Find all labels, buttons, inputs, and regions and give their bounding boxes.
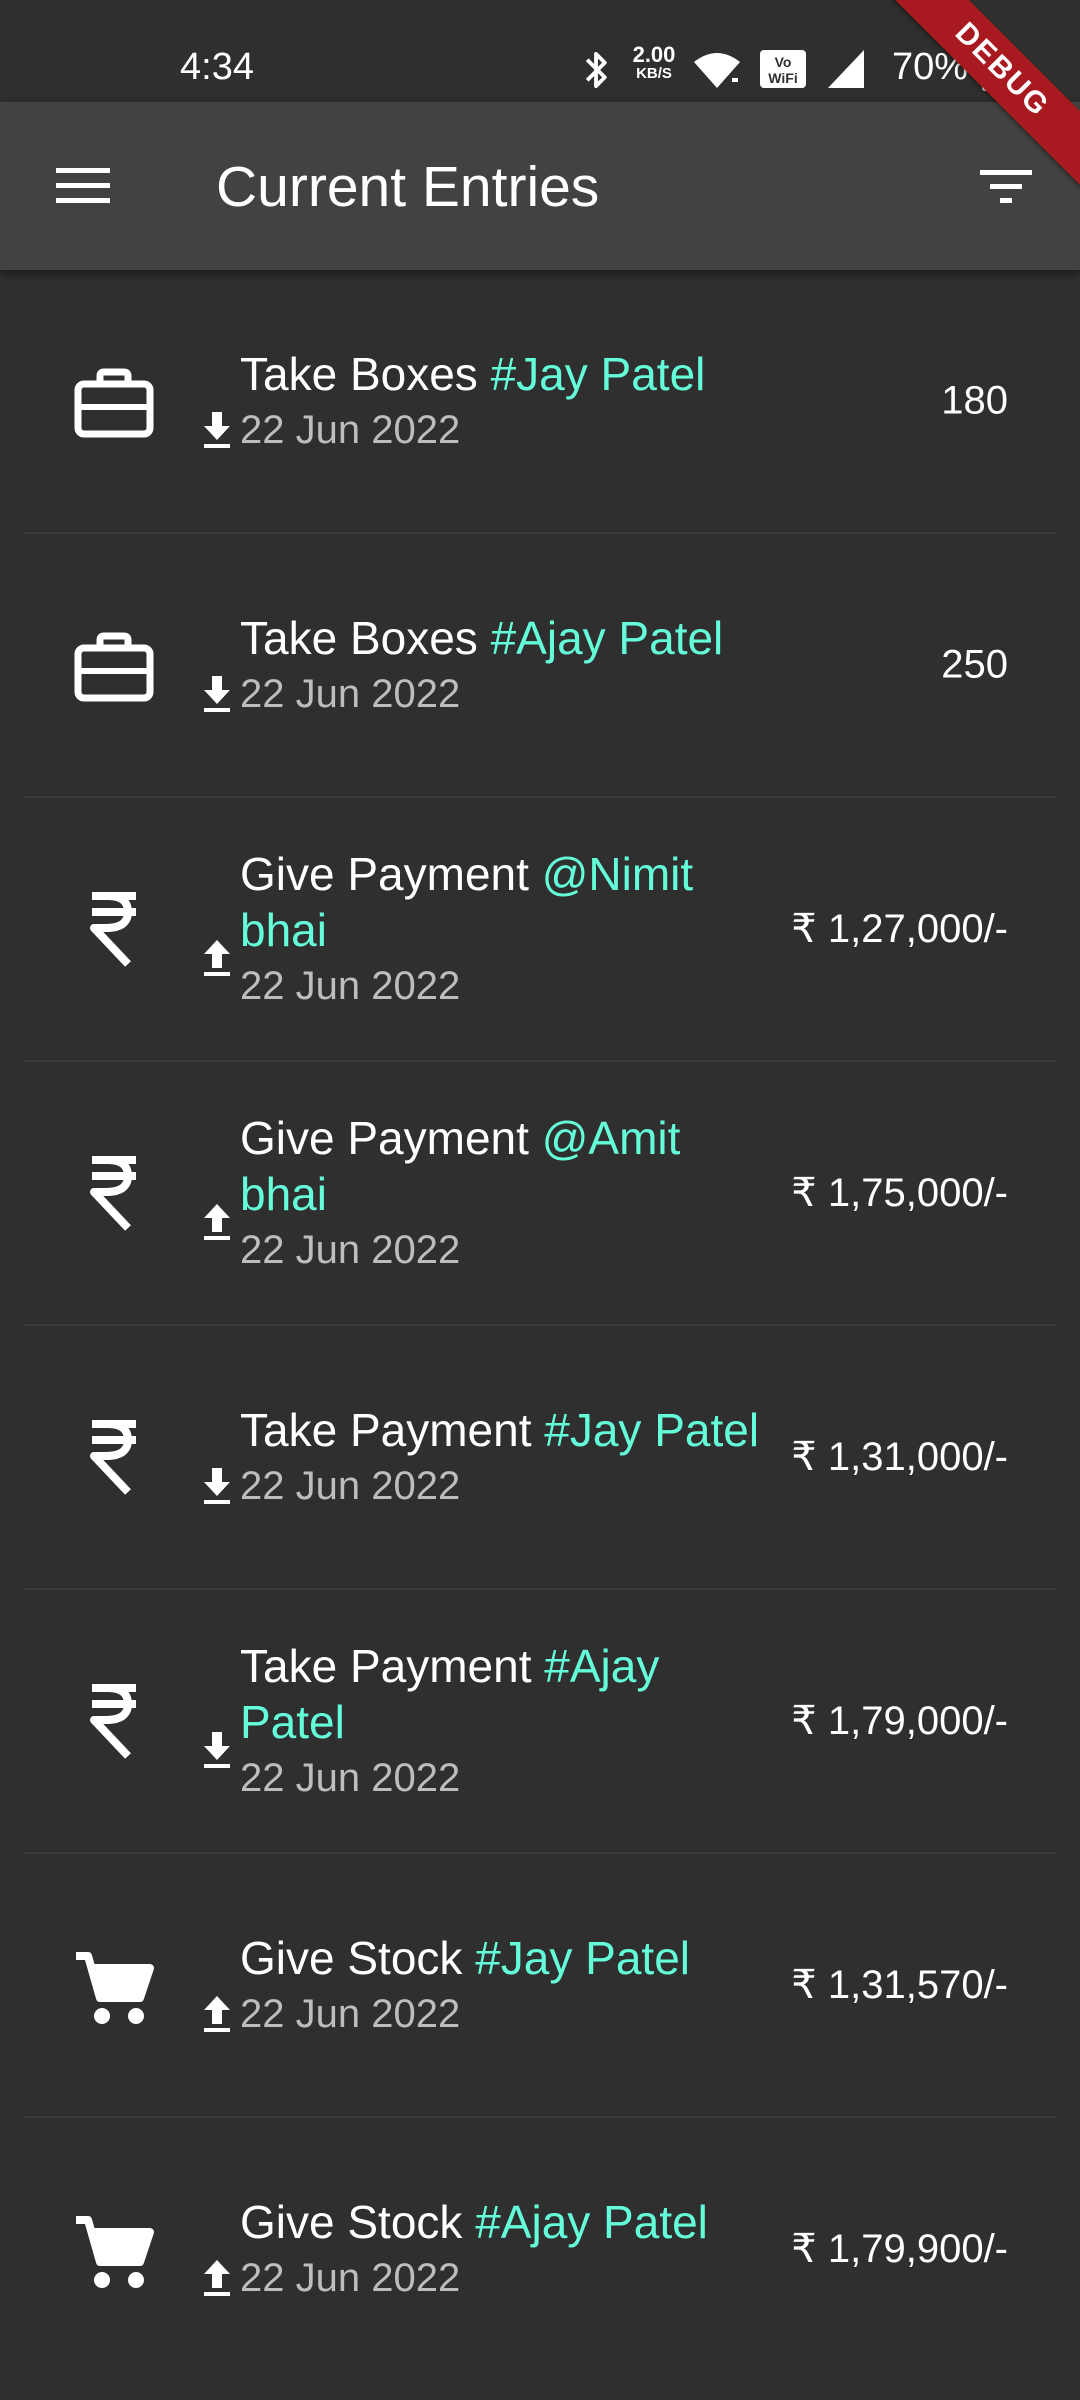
list-item[interactable]: Give Payment @Nimit bhai 22 Jun 2022 ₹ 1…: [24, 798, 1056, 1062]
entry-icon-wrap: [74, 1666, 230, 1776]
status-time: 4:34: [180, 46, 254, 88]
upload-icon: [204, 1204, 230, 1240]
network-speed: 2.00 KB/S: [626, 44, 682, 82]
volte-wifi-icon: Vo WiFi: [760, 50, 806, 88]
download-icon: [204, 1468, 230, 1504]
entry-date: 22 Jun 2022: [240, 1464, 461, 1508]
entry-text: Take Payment #Jay Patel 22 Jun 2022: [240, 1402, 760, 1512]
cart-icon: [76, 2216, 154, 2288]
entry-title: Take Payment #Jay Patel: [240, 1402, 760, 1458]
entry-icon-wrap: [74, 1930, 230, 2040]
entry-icon-wrap: [74, 1138, 230, 1248]
entry-icon-wrap: [74, 2194, 230, 2304]
app-bar: Current Entries: [0, 102, 1080, 270]
cellular-signal-icon: [828, 50, 864, 88]
menu-icon[interactable]: [52, 162, 114, 210]
list-item[interactable]: Take Boxes #Jay Patel 22 Jun 2022 180: [24, 270, 1056, 534]
briefcase-icon: [74, 632, 154, 702]
entry-party[interactable]: #Jay Patel: [491, 348, 706, 400]
entry-date: 22 Jun 2022: [240, 1992, 461, 2036]
entry-action: Give Payment: [240, 848, 542, 900]
entry-icon-wrap: [74, 1402, 230, 1512]
entry-text: Give Payment @Nimit bhai 22 Jun 2022: [240, 846, 760, 1012]
entry-party[interactable]: #Jay Patel: [544, 1404, 759, 1456]
entries-list: Take Boxes #Jay Patel 22 Jun 2022 180 Ta…: [0, 270, 1080, 2380]
entry-amount: 180: [941, 378, 1008, 423]
list-item[interactable]: Give Stock #Jay Patel 22 Jun 2022 ₹ 1,31…: [24, 1854, 1056, 2118]
entry-amount: ₹ 1,79,000/-: [791, 1699, 1008, 1743]
entry-icon-wrap: [74, 610, 230, 720]
rupee-icon: [90, 1156, 136, 1231]
upload-icon: [204, 1996, 230, 2032]
entry-text: Give Payment @Amit bhai 22 Jun 2022: [240, 1110, 760, 1276]
svg-text:WiFi: WiFi: [768, 70, 797, 86]
entry-date: 22 Jun 2022: [240, 672, 461, 716]
entry-date: 22 Jun 2022: [240, 408, 461, 452]
entry-amount: ₹ 1,31,000/-: [791, 1435, 1008, 1479]
rupee-icon: [90, 892, 136, 967]
entry-action: Give Stock: [240, 2196, 476, 2248]
network-speed-value: 2.00: [632, 42, 676, 67]
entry-action: Take Payment: [240, 1404, 545, 1456]
entry-title: Take Payment #Ajay Patel: [240, 1638, 760, 1750]
network-speed-unit: KB/S: [636, 65, 672, 82]
entry-text: Take Payment #Ajay Patel 22 Jun 2022: [240, 1638, 760, 1804]
entry-action: Give Payment: [240, 1112, 542, 1164]
wifi-icon: [694, 53, 740, 88]
entry-amount: 250: [941, 642, 1008, 687]
download-icon: [204, 676, 230, 712]
list-item[interactable]: Give Stock #Ajay Patel 22 Jun 2022 ₹ 1,7…: [24, 2118, 1056, 2380]
entry-party[interactable]: #Ajay Patel: [475, 2196, 708, 2248]
entry-title: Give Payment @Amit bhai: [240, 1110, 760, 1222]
entry-title: Give Payment @Nimit bhai: [240, 846, 760, 958]
rupee-icon: [90, 1684, 136, 1759]
entry-icon-wrap: [74, 346, 230, 456]
entry-date: 22 Jun 2022: [240, 964, 461, 1008]
entry-date: 22 Jun 2022: [240, 1756, 461, 1800]
cart-icon: [76, 1952, 154, 2024]
entry-text: Give Stock #Jay Patel 22 Jun 2022: [240, 1930, 760, 2040]
rupee-icon: [90, 1420, 136, 1495]
entry-action: Take Boxes: [240, 348, 491, 400]
entry-action: Take Payment: [240, 1640, 545, 1692]
entry-date: 22 Jun 2022: [240, 2256, 461, 2300]
entry-text: Give Stock #Ajay Patel 22 Jun 2022: [240, 2194, 760, 2304]
entry-title: Take Boxes #Jay Patel: [240, 346, 760, 402]
entry-action: Give Stock: [240, 1932, 476, 1984]
svg-text:Vo: Vo: [775, 54, 792, 70]
entry-action: Take Boxes: [240, 612, 491, 664]
entry-amount: ₹ 1,79,900/-: [791, 2227, 1008, 2271]
entry-title: Give Stock #Jay Patel: [240, 1930, 760, 1986]
entry-title: Give Stock #Ajay Patel: [240, 2194, 760, 2250]
briefcase-icon: [74, 368, 154, 438]
entry-text: Take Boxes #Jay Patel 22 Jun 2022: [240, 346, 760, 456]
entry-amount: ₹ 1,27,000/-: [791, 907, 1008, 951]
bluetooth-icon: [585, 51, 607, 89]
download-icon: [204, 1732, 230, 1768]
list-item[interactable]: Take Payment #Jay Patel 22 Jun 2022 ₹ 1,…: [24, 1326, 1056, 1590]
entry-party[interactable]: #Ajay Patel: [491, 612, 724, 664]
upload-icon: [204, 2260, 230, 2296]
list-item[interactable]: Give Payment @Amit bhai 22 Jun 2022 ₹ 1,…: [24, 1062, 1056, 1326]
page-title: Current Entries: [216, 155, 600, 219]
entry-date: 22 Jun 2022: [240, 1228, 461, 1272]
entry-party[interactable]: #Jay Patel: [475, 1932, 690, 1984]
entry-text: Take Boxes #Ajay Patel 22 Jun 2022: [240, 610, 760, 720]
entry-title: Take Boxes #Ajay Patel: [240, 610, 760, 666]
entry-amount: ₹ 1,75,000/-: [791, 1171, 1008, 1215]
download-icon: [204, 412, 230, 448]
entry-icon-wrap: [74, 874, 230, 984]
filter-icon[interactable]: [978, 164, 1034, 208]
upload-icon: [204, 940, 230, 976]
list-item[interactable]: Take Payment #Ajay Patel 22 Jun 2022 ₹ 1…: [24, 1590, 1056, 1854]
entry-amount: ₹ 1,31,570/-: [791, 1963, 1008, 2007]
list-item[interactable]: Take Boxes #Ajay Patel 22 Jun 2022 250: [24, 534, 1056, 798]
